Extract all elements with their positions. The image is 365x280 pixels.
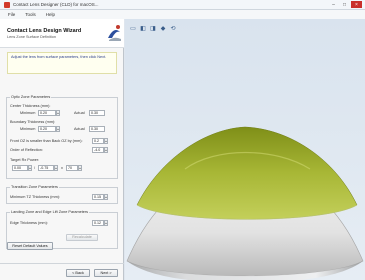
minimize-button[interactable]: –	[329, 1, 338, 8]
center-thickness-label: Center Thickness (mm):	[10, 104, 51, 108]
menu-help[interactable]: Help	[46, 12, 55, 17]
center-thickness-min-input[interactable]: 0.20	[38, 110, 56, 116]
window-title: Contact Lens Designer (CLD) for macOS...	[13, 2, 99, 7]
window-titlebar: Contact Lens Designer (CLD) for macOS...…	[0, 0, 365, 10]
order-of-reflection-input[interactable]: -4.0	[92, 147, 104, 153]
min-tz-thickness-stepper[interactable]: ▴	[104, 194, 108, 200]
edge-thickness-stepper[interactable]: ▴	[104, 220, 108, 226]
edge-thickness-input[interactable]: 0.12	[92, 220, 104, 226]
wizard-subtitle: Lens Zone Surface Definition	[7, 35, 56, 39]
maximize-button[interactable]: □	[340, 1, 349, 8]
boundary-thickness-min-input[interactable]: 0.20	[38, 126, 56, 132]
wizard-logo-icon	[108, 25, 121, 41]
center-thickness-actual-label: Actual	[74, 111, 85, 115]
center-thickness-actual-value: 0.30	[89, 110, 105, 116]
edge-thickness-label: Edge Thickness (mm):	[10, 221, 48, 225]
landing-zone-group-title: Landing Zone and Edge Lift Zone Paramete…	[10, 210, 90, 214]
footer-divider	[0, 263, 124, 264]
wizard-panel: Contact Lens Design Wizard Lens Zone Sur…	[0, 19, 124, 280]
boundary-thickness-actual-value: 0.30	[89, 126, 105, 132]
target-rx-axis-input[interactable]: 70	[66, 165, 78, 171]
reset-defaults-button[interactable]: Reset Default Values	[7, 242, 53, 250]
back-button[interactable]: < Back	[66, 269, 90, 277]
front-oz-diameter-input[interactable]: 0.2	[92, 138, 104, 144]
target-rx-sphere-input[interactable]: 0.00	[12, 165, 28, 171]
min-tz-thickness-label: Minimum TZ Thickness (mm):	[10, 195, 61, 199]
front-oz-diameter-label: Front OZ is smaller than Back OZ by (mm)…	[10, 139, 83, 143]
center-thickness-min-label: Minimum	[20, 111, 36, 115]
boundary-thickness-min-stepper[interactable]: ▴	[56, 126, 60, 132]
target-rx-label: Target Rx Power:	[10, 158, 40, 162]
boundary-thickness-actual-label: Actual	[74, 127, 85, 131]
target-rx-separator-x: x	[61, 166, 63, 170]
app-icon	[4, 1, 10, 8]
order-of-reflection-label: Order of Reflection:	[10, 148, 43, 152]
order-of-reflection-stepper[interactable]: ▴	[104, 147, 108, 153]
target-rx-cylinder-stepper[interactable]: ▴	[54, 165, 58, 171]
lens-3d-viewport[interactable]: ▭ ◧ ◨ ◆ ⟲	[125, 19, 365, 280]
boundary-thickness-min-label: Minimum	[20, 127, 36, 131]
target-rx-axis-stepper[interactable]: ▴	[78, 165, 82, 171]
wizard-header: Contact Lens Design Wizard Lens Zone Sur…	[0, 19, 124, 48]
transition-zone-group-title: Transition Zone Parameters	[10, 185, 59, 189]
info-message: Adjust the lens from surface parameters,…	[7, 52, 117, 74]
target-rx-separator-slash: /	[34, 166, 36, 170]
recalculate-button[interactable]: Recalculate	[66, 234, 98, 241]
front-oz-diameter-stepper[interactable]: ▴	[104, 138, 108, 144]
menu-bar: File Tools Help	[0, 10, 365, 19]
target-rx-sphere-stepper[interactable]: ▴	[28, 165, 32, 171]
boundary-thickness-label: Boundary Thickness (mm):	[10, 120, 56, 124]
close-button[interactable]: ×	[351, 1, 362, 8]
wizard-title: Contact Lens Design Wizard	[7, 28, 82, 34]
target-rx-cylinder-input[interactable]: -0.75	[38, 165, 54, 171]
min-tz-thickness-input[interactable]: 0.15	[92, 194, 104, 200]
optic-zone-group-title: Optic Zone Parameters	[10, 95, 52, 99]
optic-zone-surface	[136, 126, 358, 220]
menu-file[interactable]: File	[8, 12, 15, 17]
menu-tools[interactable]: Tools	[25, 12, 36, 17]
lens-model	[126, 126, 364, 280]
center-thickness-min-stepper[interactable]: ▴	[56, 110, 60, 116]
next-button[interactable]: Next >	[94, 269, 118, 277]
window-controls: – □ ×	[329, 1, 362, 8]
